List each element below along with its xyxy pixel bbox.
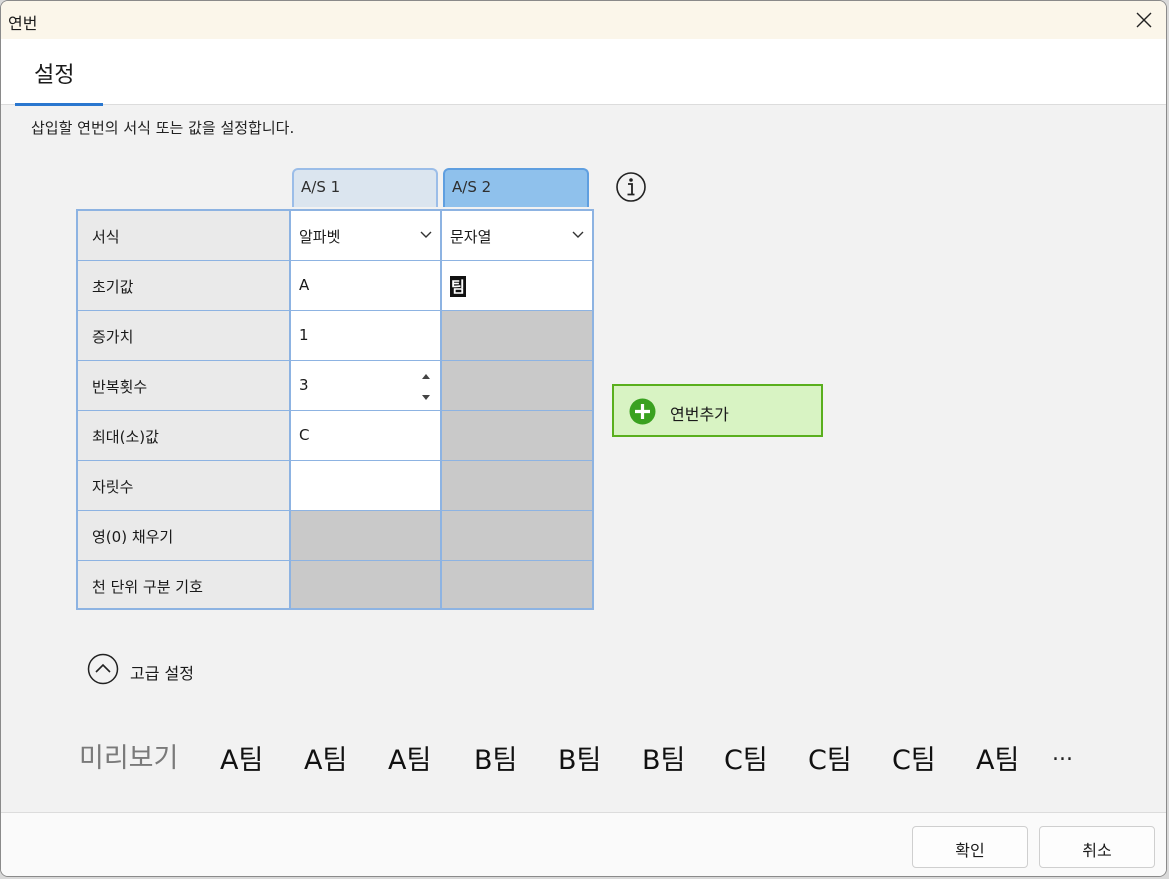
tab-active-underline: [15, 103, 103, 106]
thousands-separator-cell-as2-disabled: [442, 561, 592, 608]
row-label-zero-fill: 영(0) 채우기: [78, 511, 289, 560]
preview-item: C팀: [892, 745, 936, 776]
preview-item: A팀: [220, 745, 264, 776]
row-label-max-value: 최대(소)값: [78, 411, 289, 460]
sequence-grid: 서식 알파벳 문자열 초기값 A 팀 증가치 1 반복횟수 3 최대(소)값 C…: [76, 209, 594, 610]
preview-more-ellipsis: ...: [1052, 741, 1073, 766]
chevron-up-circle-icon: [87, 653, 119, 685]
close-icon: [1136, 12, 1152, 28]
row-label-initial-value: 초기값: [78, 261, 289, 310]
cancel-button[interactable]: 취소: [1039, 826, 1155, 868]
column-tab-as1[interactable]: A/S 1: [292, 168, 438, 207]
format-select-as1-value: 알파벳: [299, 228, 341, 246]
repeat-count-spinner: [420, 369, 432, 403]
preview-label: 미리보기: [79, 743, 179, 774]
thousands-separator-cell-as1-disabled: [291, 561, 440, 608]
ok-button[interactable]: 확인: [912, 826, 1028, 868]
digits-cell-as2-disabled: [442, 461, 592, 510]
grid-row-initial-value: 초기값 A 팀: [78, 261, 592, 310]
sequence-dialog: 연번 설정 삽입할 연번의 서식 또는 값을 설정합니다. A/S 1 A/S …: [0, 0, 1167, 877]
add-sequence-label: 연번추가: [670, 405, 729, 424]
preview-item: B팀: [642, 745, 686, 776]
max-value-as1-text: C: [299, 426, 310, 444]
arrow-down-icon: [422, 395, 430, 400]
zero-fill-cell-as1-disabled: [291, 511, 440, 560]
preview-item: C팀: [724, 745, 768, 776]
column-tab-as2-label: A/S 2: [452, 178, 492, 196]
repeat-count-cell-as2-disabled: [442, 361, 592, 410]
tab-settings-label: 설정: [34, 63, 75, 88]
spin-up-button[interactable]: [420, 369, 432, 383]
close-button[interactable]: [1120, 1, 1166, 39]
increment-input-as1[interactable]: 1: [291, 311, 440, 360]
grid-row-repeat-count: 반복횟수 3: [78, 361, 592, 410]
grid-row-increment: 증가치 1: [78, 311, 592, 360]
row-label-repeat-count: 반복횟수: [78, 361, 289, 410]
preview-item: A팀: [388, 745, 432, 776]
advanced-settings-label: 고급 설정: [130, 664, 194, 683]
format-select-as1[interactable]: 알파벳: [291, 211, 440, 260]
grid-row-digits: 자릿수: [78, 461, 592, 510]
chevron-down-icon: [572, 231, 584, 238]
preview-item: B팀: [558, 745, 602, 776]
row-label-format: 서식: [78, 211, 289, 260]
dialog-footer: 확인 취소: [1, 812, 1166, 876]
window-title: 연번: [8, 14, 38, 33]
preview-item: A팀: [976, 745, 1020, 776]
max-value-input-as1[interactable]: C: [291, 411, 440, 460]
repeat-count-stepper-as1[interactable]: 3: [291, 361, 440, 410]
arrow-up-icon: [422, 374, 430, 379]
initial-value-as2-text: 팀: [450, 276, 466, 297]
row-label-increment: 증가치: [78, 311, 289, 360]
add-sequence-button[interactable]: 연번추가: [612, 384, 823, 437]
chevron-down-icon: [420, 231, 432, 238]
grid-row-thousands-separator: 천 단위 구분 기호: [78, 561, 592, 608]
zero-fill-cell-as2-disabled: [442, 511, 592, 560]
preview-item: B팀: [474, 745, 518, 776]
digits-input-as1[interactable]: [291, 461, 440, 510]
initial-value-as1-text: A: [299, 276, 310, 294]
grid-row-zero-fill: 영(0) 채우기: [78, 511, 592, 560]
initial-value-input-as1[interactable]: A: [291, 261, 440, 310]
tab-bar: 설정: [1, 39, 1166, 106]
grid-row-format: 서식 알파벳 문자열: [78, 211, 592, 260]
max-value-cell-as2-disabled: [442, 411, 592, 460]
format-select-as2-value: 문자열: [450, 228, 492, 246]
initial-value-input-as2[interactable]: 팀: [442, 261, 592, 310]
tab-settings[interactable]: 설정: [15, 39, 103, 106]
preview-item: C팀: [808, 745, 852, 776]
spin-down-button[interactable]: [420, 389, 432, 403]
plus-circle-icon: [629, 398, 656, 425]
info-icon[interactable]: [615, 171, 647, 207]
dialog-description: 삽입할 연번의 서식 또는 값을 설정합니다.: [31, 119, 295, 137]
preview-item: A팀: [304, 745, 348, 776]
increment-cell-as2-disabled: [442, 311, 592, 360]
column-tab-as1-label: A/S 1: [301, 178, 341, 196]
grid-row-max-value: 최대(소)값 C: [78, 411, 592, 460]
ok-button-label: 확인: [955, 841, 985, 860]
row-label-digits: 자릿수: [78, 461, 289, 510]
repeat-count-as1-text: 3: [299, 376, 309, 394]
cancel-button-label: 취소: [1082, 841, 1112, 860]
row-label-thousands-separator: 천 단위 구분 기호: [78, 561, 289, 608]
increment-as1-text: 1: [299, 326, 309, 344]
column-tab-as2[interactable]: A/S 2: [443, 168, 589, 207]
format-select-as2[interactable]: 문자열: [442, 211, 592, 260]
title-bar: 연번: [1, 1, 1166, 39]
